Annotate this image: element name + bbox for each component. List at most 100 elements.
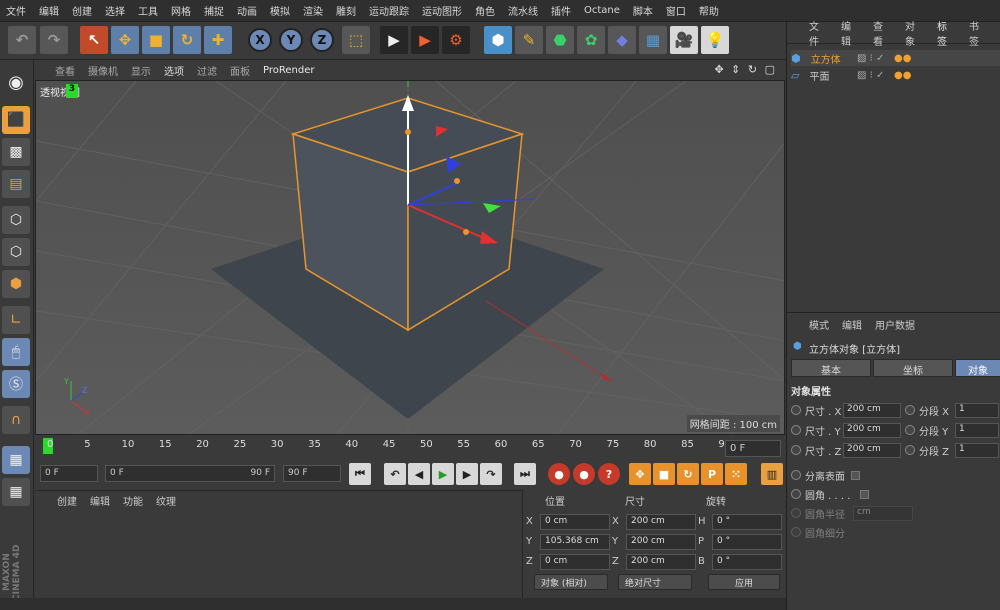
key-scale-button[interactable]: ■ xyxy=(653,463,675,485)
menu-item[interactable]: 帮助 xyxy=(699,3,719,18)
menu-item[interactable]: 运动图形 xyxy=(422,3,462,18)
position-x-field[interactable]: 0 cm xyxy=(540,513,610,530)
animate-radio[interactable] xyxy=(905,425,915,435)
rotation-p-field[interactable]: 0 ° xyxy=(712,533,782,550)
menu-item[interactable]: 渲染 xyxy=(303,3,323,18)
phong-tag-icon[interactable]: ●● xyxy=(894,53,911,64)
attribute-menu-item[interactable]: 用户数据 xyxy=(875,317,915,332)
scale-tool-button[interactable]: ■ xyxy=(142,26,170,54)
model-mode-button[interactable]: ⬛ xyxy=(2,106,30,134)
end-frame-field[interactable]: 90 F xyxy=(283,465,341,482)
menu-item[interactable]: 工具 xyxy=(138,3,158,18)
object-row-plane[interactable]: ▱ 平面 ▨ ⁝ ✓ ●● xyxy=(791,67,1000,83)
workplane-mode-button[interactable]: ▤ xyxy=(2,170,30,198)
object-manager-menu-item[interactable]: 文件 xyxy=(809,18,828,48)
attribute-menu-item[interactable]: 编辑 xyxy=(842,317,862,332)
menu-item[interactable]: 窗口 xyxy=(666,3,686,18)
menu-item[interactable]: 插件 xyxy=(551,3,571,18)
viewport-menu-item[interactable]: 面板 xyxy=(230,63,250,78)
redo-button[interactable]: ↷ xyxy=(40,26,68,54)
animate-radio[interactable] xyxy=(905,445,915,455)
object-manager-menu-item[interactable]: 编辑 xyxy=(841,18,860,48)
menu-item[interactable]: 创建 xyxy=(72,3,92,18)
edges-mode-button[interactable]: ⬡ xyxy=(2,238,30,266)
key-pla-button[interactable]: ⁙ xyxy=(725,463,747,485)
undo-button[interactable]: ↶ xyxy=(8,26,36,54)
menu-item[interactable]: 动画 xyxy=(237,3,257,18)
animate-radio[interactable] xyxy=(791,445,801,455)
material-menu-item[interactable]: 编辑 xyxy=(90,493,110,508)
previous-frame-button[interactable]: ◀ xyxy=(408,463,430,485)
rotation-b-field[interactable]: 0 ° xyxy=(712,553,782,570)
object-manager-menu-item[interactable]: 查看 xyxy=(873,18,892,48)
view-navigation-icons[interactable]: ✥ ⇕ ↻ ▢ xyxy=(714,63,777,76)
go-to-start-button[interactable]: ⏮ xyxy=(349,463,371,485)
camera-object-button[interactable]: 🎥 xyxy=(670,26,698,54)
position-y-field[interactable]: 105.368 cm xyxy=(540,533,610,550)
menu-item[interactable]: 选择 xyxy=(105,3,125,18)
animate-radio[interactable] xyxy=(791,425,801,435)
go-to-end-button[interactable]: ⏭ xyxy=(514,463,536,485)
x-axis-lock-button[interactable]: X xyxy=(248,28,272,52)
menu-item[interactable]: 捕捉 xyxy=(204,3,224,18)
menu-item[interactable]: 模拟 xyxy=(270,3,290,18)
object-name[interactable]: 平面 xyxy=(809,68,829,83)
material-menu-item[interactable]: 创建 xyxy=(57,493,77,508)
move-tool-button[interactable]: ✥ xyxy=(111,26,139,54)
size-z-field[interactable]: 200 cm xyxy=(626,553,696,570)
coordinate-mode-dropdown[interactable]: 对象 (相对) xyxy=(534,574,608,590)
phong-tag-icon[interactable]: ●● xyxy=(894,70,911,81)
autokey-button[interactable]: ● xyxy=(573,463,595,485)
viewport-perspective[interactable]: Y Z X 透视视图 3 网格间距 : 100 cm xyxy=(35,80,785,435)
coordinate-system-button[interactable]: ⬚ xyxy=(342,26,370,54)
material-menu-item[interactable]: 功能 xyxy=(123,493,143,508)
size-y-input[interactable]: 200 cm xyxy=(843,422,901,438)
viewport-menu-item[interactable]: 过滤 xyxy=(197,63,217,78)
object-manager-menu-item[interactable]: 书签 xyxy=(969,18,988,48)
tab-basic[interactable]: 基本 xyxy=(791,359,871,377)
fillet-radius-input[interactable]: cm xyxy=(853,505,913,521)
rotation-h-field[interactable]: 0 ° xyxy=(712,513,782,530)
object-row-cube[interactable]: ⬢ 立方体 ▨ ⁝ ✓ ●● xyxy=(791,50,1000,66)
previous-key-button[interactable]: ↶ xyxy=(384,463,406,485)
current-frame-field[interactable]: 0 F xyxy=(725,440,781,457)
menu-item[interactable]: 角色 xyxy=(475,3,495,18)
workplane-button[interactable]: ▦ xyxy=(2,446,30,474)
z-axis-lock-button[interactable]: Z xyxy=(310,28,334,52)
next-key-button[interactable]: ↷ xyxy=(480,463,502,485)
animate-radio[interactable] xyxy=(791,470,801,480)
locked-workplane-button[interactable]: ▦ xyxy=(2,478,30,506)
segments-y-input[interactable]: 1 xyxy=(955,422,999,438)
animate-radio[interactable] xyxy=(791,508,801,518)
subdivision-button[interactable]: ⬣ xyxy=(546,26,574,54)
menu-item[interactable]: 文件 xyxy=(6,3,26,18)
record-active-button[interactable]: ● xyxy=(548,463,570,485)
position-z-field[interactable]: 0 cm xyxy=(540,553,610,570)
menu-item[interactable]: 流水线 xyxy=(508,3,538,18)
visibility-icon[interactable]: ▨ ⁝ ✓ xyxy=(857,70,884,81)
key-parameter-button[interactable]: P xyxy=(701,463,723,485)
play-button[interactable]: ▶ xyxy=(432,463,454,485)
animate-radio[interactable] xyxy=(905,405,915,415)
viewport-menu-item[interactable]: 查看 xyxy=(55,63,75,78)
frame-range-slider[interactable]: 0 F 90 F xyxy=(105,465,275,482)
tab-object[interactable]: 对象 xyxy=(955,359,1000,377)
tweak-mode-button[interactable]: 🖱 xyxy=(2,338,30,366)
attribute-menu-item[interactable]: 模式 xyxy=(809,317,829,332)
tab-coord[interactable]: 坐标 xyxy=(873,359,953,377)
cloner-button[interactable]: ✿ xyxy=(577,26,605,54)
viewport-menu-item[interactable]: 选项 xyxy=(164,63,184,78)
material-manager-area[interactable] xyxy=(35,510,522,610)
render-view-button[interactable]: ▶ xyxy=(380,26,408,54)
axis-mode-button[interactable]: ∟ xyxy=(2,306,30,334)
animate-radio[interactable] xyxy=(791,527,801,537)
cube-object-button[interactable]: ⬢ xyxy=(484,26,512,54)
size-z-input[interactable]: 200 cm xyxy=(843,442,901,458)
menu-item[interactable]: 网格 xyxy=(171,3,191,18)
pen-spline-button[interactable]: ✎ xyxy=(515,26,543,54)
apply-button[interactable]: 应用 xyxy=(708,574,780,590)
start-frame-field[interactable]: 0 F xyxy=(40,465,98,482)
points-mode-button[interactable]: ⬡ xyxy=(2,206,30,234)
next-frame-button[interactable]: ▶ xyxy=(456,463,478,485)
make-editable-button[interactable]: ◉ xyxy=(2,68,30,96)
